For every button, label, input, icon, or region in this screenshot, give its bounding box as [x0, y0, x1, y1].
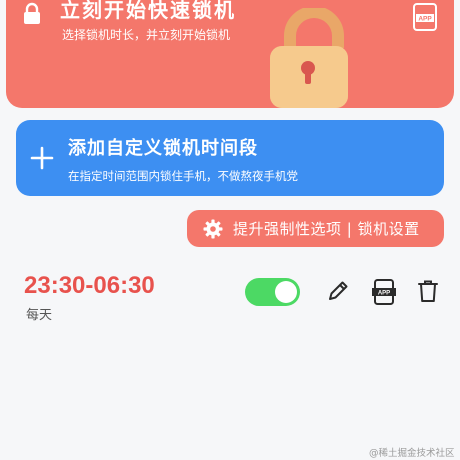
watermark: @稀土掘金技术社区: [369, 448, 455, 459]
schedule-repeat-label: 每天: [26, 308, 53, 323]
gear-icon: [203, 219, 223, 239]
schedule-time-range: 23:30-06:30: [24, 272, 155, 299]
quick-lock-card[interactable]: 立刻开始快速锁机 选择锁机时长，并立刻开始锁机 APP: [6, 0, 454, 108]
schedule-toggle[interactable]: [245, 278, 300, 306]
plus-icon: [30, 146, 54, 174]
upgrade-settings-button[interactable]: 提升强制性选项 | 锁机设置: [187, 210, 444, 247]
custom-period-title: 添加自定义锁机时间段: [68, 138, 258, 159]
trash-icon[interactable]: [415, 278, 441, 304]
upgrade-settings-label: 提升强制性选项 | 锁机设置: [233, 220, 420, 238]
toggle-knob: [275, 281, 297, 303]
app-lock-icon[interactable]: APP: [370, 278, 398, 306]
edit-icon[interactable]: [325, 278, 351, 304]
custom-period-card[interactable]: 添加自定义锁机时间段 在指定时间范围内锁住手机，不做熬夜手机党: [16, 120, 444, 196]
app-badge-text: APP: [378, 290, 390, 296]
quick-lock-subtitle: 选择锁机时长，并立刻开始锁机: [62, 28, 231, 42]
app-lock-icon[interactable]: APP: [410, 2, 440, 36]
lock-icon: [22, 2, 42, 28]
custom-period-subtitle: 在指定时间范围内锁住手机，不做熬夜手机党: [68, 169, 298, 183]
quick-lock-title: 立刻开始快速锁机: [60, 0, 236, 22]
padlock-illustration: [262, 6, 362, 108]
app-badge-text: APP: [418, 16, 432, 23]
